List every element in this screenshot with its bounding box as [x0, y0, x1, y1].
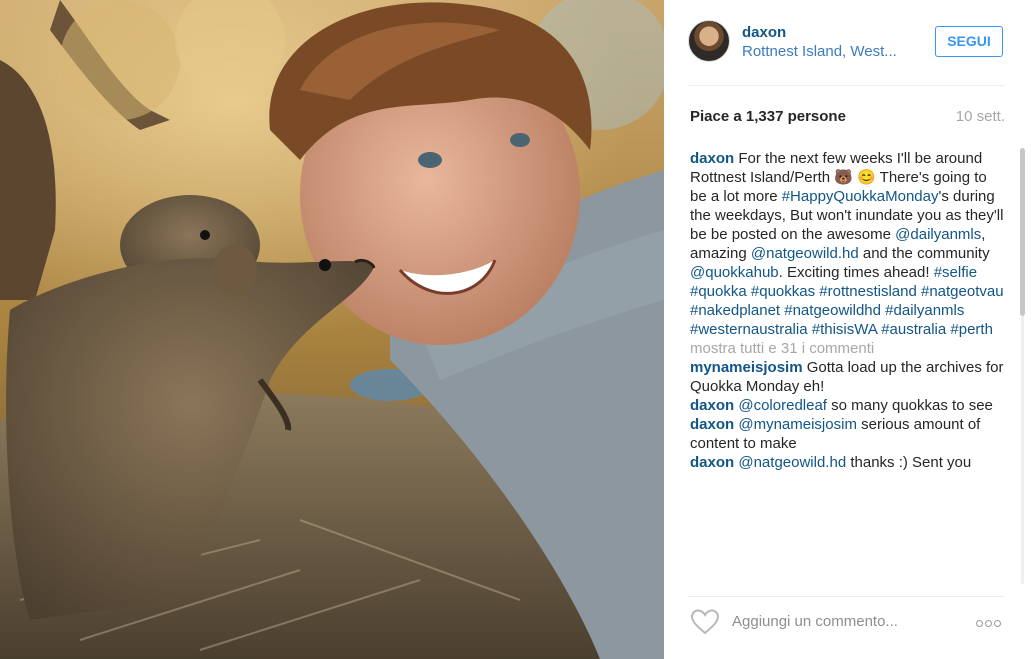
mention-link[interactable]: @dailyanmls [895, 226, 981, 243]
caption-text: and the community [858, 245, 990, 262]
comment-item: mynameisjosim Gotta load up the archives… [690, 358, 1006, 396]
post-side-panel: daxon Rottnest Island, West... SEGUI Pia… [664, 0, 1032, 659]
caption-text: . Exciting times ahead! [778, 264, 934, 281]
comment-username[interactable]: daxon [690, 397, 734, 414]
post-location[interactable]: Rottnest Island, West... [742, 43, 912, 60]
comment-item: daxon @natgeowild.hd thanks :) Sent you [690, 453, 1006, 472]
post-photo[interactable] [0, 0, 664, 659]
mention-link[interactable]: @quokkahub [690, 264, 779, 281]
follow-button[interactable]: SEGUI [935, 26, 1003, 57]
post-header: daxon Rottnest Island, West... SEGUI [664, 0, 1032, 85]
comment-username[interactable]: daxon [690, 416, 734, 433]
comment-item: daxon @mynameisjosim serious amount of c… [690, 415, 1006, 453]
comment-item: daxon @coloredleaf so many quokkas to se… [690, 396, 1006, 415]
mention-link[interactable]: @natgeowild.hd [751, 245, 859, 262]
avatar[interactable] [688, 20, 730, 62]
comments-scrollbar[interactable] [1018, 148, 1027, 584]
add-comment-input[interactable]: Aggiungi un commento... [732, 613, 952, 630]
comment-text: thanks :) Sent you [846, 454, 972, 471]
post-caption: daxon For the next few weeks I'll be aro… [690, 149, 1006, 339]
likes-count[interactable]: Piace a 1,337 persone [690, 108, 846, 125]
mention-link[interactable]: @coloredleaf [738, 397, 827, 414]
comment-username[interactable]: mynameisjosim [690, 359, 803, 376]
post-time[interactable]: 10 sett. [956, 108, 1005, 125]
scrollbar-thumb[interactable] [1020, 148, 1025, 316]
mention-link[interactable]: @natgeowild.hd [738, 454, 846, 471]
header-divider [688, 85, 1005, 86]
comment-username[interactable]: daxon [690, 454, 734, 471]
photo-illustration [0, 0, 664, 659]
show-all-comments-link[interactable]: mostra tutti e 31 i commenti [690, 339, 1006, 358]
more-options-icon[interactable] [976, 610, 1006, 634]
comments-list: daxon For the next few weeks I'll be aro… [690, 149, 1006, 585]
hashtag-link[interactable]: #HappyQuokkaMonday [782, 188, 939, 205]
mention-link[interactable]: @mynameisjosim [738, 416, 857, 433]
footer-divider [688, 596, 1005, 597]
caption-username[interactable]: daxon [690, 150, 734, 167]
author-username[interactable]: daxon [742, 24, 786, 41]
comment-text: so many quokkas to see [826, 397, 993, 414]
heart-outline-icon[interactable] [690, 608, 720, 636]
